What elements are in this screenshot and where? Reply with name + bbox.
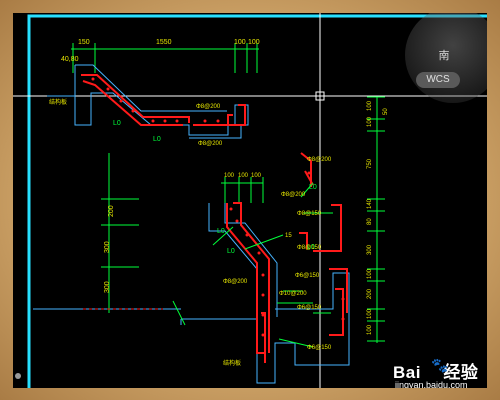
rebar-label-3: Φ8@200: [307, 157, 332, 163]
dim-mid-100-b: 100: [238, 173, 249, 179]
upper-section-outline: [74, 64, 249, 139]
lap-label-2: L0: [153, 136, 161, 143]
dim-mid-100-c: 100: [251, 173, 262, 179]
rebar-label-2: Φ8@200: [198, 141, 223, 147]
rebar-label-6: Φ8@150: [297, 245, 322, 251]
rebar-label-4: Φ8@200: [281, 192, 306, 198]
structural-slab-label-upper: 结构板: [49, 98, 67, 106]
origin-marker: [15, 373, 21, 379]
rebar-label-10: Φ6@150: [297, 305, 322, 311]
paw-icon: 🐾: [431, 357, 449, 373]
dim-right-9: 200: [367, 288, 373, 299]
mid-top-dimension: [221, 177, 264, 203]
lap-label-4: L0: [227, 248, 235, 255]
dim-left-300-a: 300: [104, 241, 111, 253]
rebar-label-8: Φ10@200: [279, 291, 307, 297]
rebar-label-11: Φ6@150: [307, 345, 332, 351]
dim-right-3: 50: [383, 108, 389, 115]
small-dim-15: 15: [285, 233, 292, 239]
dim-right-6: 80: [367, 218, 373, 225]
break-symbol: [172, 300, 186, 326]
rebar-label-1: Φ8@200: [196, 104, 221, 110]
dim-right-8: 100: [367, 268, 373, 279]
dim-right-2: 100: [367, 116, 373, 127]
watermark-url: jingyan.baidu.com: [395, 380, 468, 388]
wcs-button[interactable]: WCS: [416, 72, 460, 88]
dim-40-80: 40,80: [61, 56, 79, 63]
lap-label-1: L0: [113, 120, 121, 127]
dim-right-7: 300: [367, 244, 373, 255]
upper-rebar: [81, 74, 246, 126]
dim-left-300-b: 300: [104, 281, 111, 293]
structural-slab-label-lower: 结构板: [223, 359, 241, 367]
watermark: Bai 🐾 经验 jingyan.baidu.com: [393, 357, 478, 388]
dim-left-200: 200: [108, 205, 115, 217]
lap-label-5: L0: [309, 184, 317, 191]
dim-mid-100-a: 100: [224, 173, 235, 179]
viewcube-south-label[interactable]: 南: [434, 47, 454, 63]
dim-right-10: 100: [367, 308, 373, 319]
dim-right-1: 100: [367, 100, 373, 111]
rebar-label-7: Φ8@200: [223, 279, 248, 285]
rebar-label-5: Φ8@150: [297, 211, 322, 217]
lower-rebar: [226, 152, 348, 363]
dim-right-5: 140: [367, 198, 373, 209]
dim-100-b: 100: [248, 39, 260, 46]
upper-rebar-dots: [91, 77, 220, 123]
dim-100-a: 100: [234, 39, 246, 46]
lap-label-3: L0: [217, 228, 225, 235]
dim-right-4: 750: [367, 158, 373, 169]
dim-150: 150: [78, 39, 90, 46]
cad-viewport[interactable]: 150 1550 100 100 40,80 结构板 L0 L0 Φ8@200 …: [13, 13, 487, 388]
dim-1550: 1550: [156, 39, 172, 46]
rebar-label-9: Φ6@150: [295, 273, 320, 279]
wood-frame: 150 1550 100 100 40,80 结构板 L0 L0 Φ8@200 …: [0, 0, 500, 400]
dim-right-11: 100: [367, 324, 373, 335]
top-dimension: [71, 43, 259, 73]
